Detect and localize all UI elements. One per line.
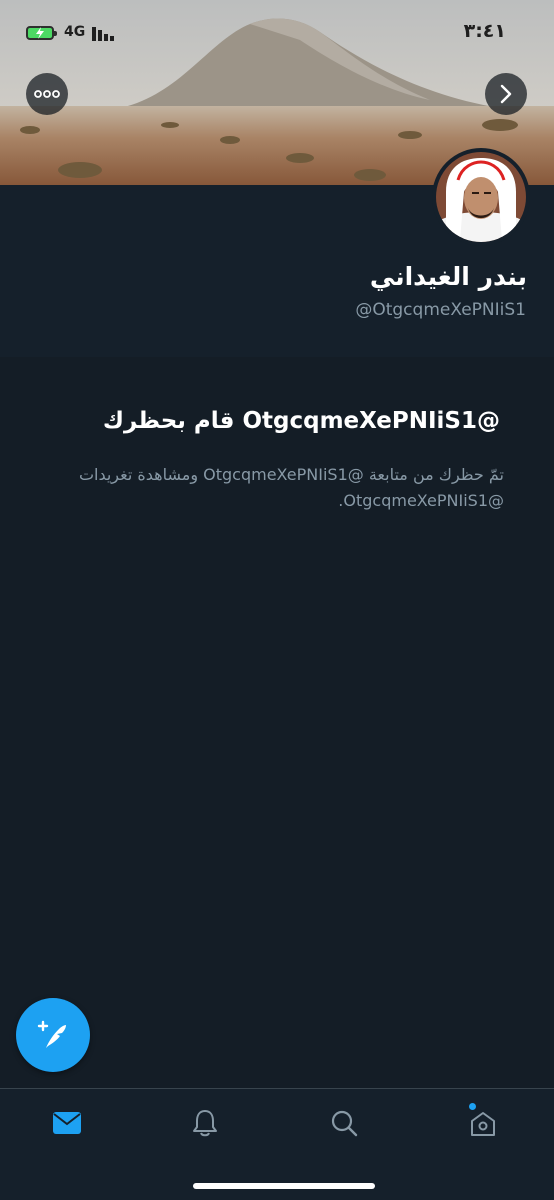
bell-icon — [193, 1110, 217, 1137]
avatar[interactable] — [432, 148, 530, 246]
home-indicator — [193, 1183, 375, 1189]
next-button[interactable] — [485, 73, 527, 115]
compose-tweet-icon — [37, 1020, 66, 1048]
profile-name: بندر الغيداني — [369, 262, 527, 291]
blocked-description: تمّ حظرك من متابعة @OtgcqmeXePNIiS1 ومشا… — [78, 465, 504, 510]
new-content-dot — [469, 1103, 476, 1110]
compose-button[interactable] — [16, 998, 90, 1072]
avatar-image — [436, 152, 526, 242]
search-icon — [331, 1110, 358, 1137]
status-time: ٣:٤١ — [463, 20, 506, 42]
more-button[interactable] — [26, 73, 68, 115]
tab-home[interactable] — [463, 1103, 503, 1143]
tab-notifications[interactable] — [185, 1103, 225, 1143]
network-type: 4G — [64, 24, 86, 40]
tab-search[interactable] — [324, 1103, 364, 1143]
blocked-title: @OtgcqmeXePNIiS1 قام بحظرك — [102, 408, 500, 434]
chevron-right-icon — [500, 84, 512, 104]
charging-icon — [36, 27, 44, 39]
tab-messages[interactable] — [47, 1103, 87, 1143]
mail-icon — [53, 1112, 81, 1134]
signal-icon — [92, 27, 114, 41]
profile-handle: @OtgcqmeXePNIiS1 — [355, 300, 526, 320]
more-icon — [34, 90, 60, 98]
status-bar: 4G ٣:٤١ — [0, 0, 554, 66]
home-icon — [471, 1112, 495, 1136]
